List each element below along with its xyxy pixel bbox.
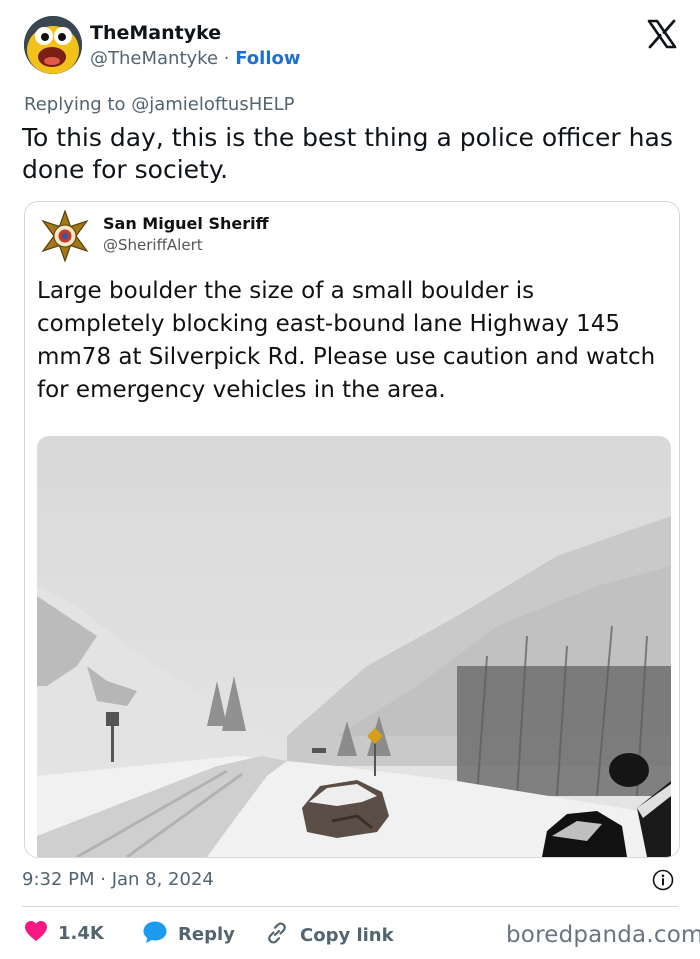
watermark: boredpanda.com: [506, 922, 700, 948]
quoted-author-name: San Miguel Sheriff: [103, 214, 269, 233]
sheriff-star-icon: [39, 209, 91, 263]
reply-bubble-icon: [142, 920, 168, 949]
timestamp[interactable]: 9:32 PM · Jan 8, 2024: [22, 869, 214, 890]
separator: ·: [223, 48, 230, 69]
x-logo-icon[interactable]: [646, 18, 678, 50]
quoted-author-handle: @SheriffAlert: [103, 236, 203, 254]
tweet-photo[interactable]: [37, 436, 671, 857]
like-count: 1.4K: [58, 923, 104, 944]
reply-label: Reply: [178, 924, 235, 945]
reply-button[interactable]: Reply: [142, 920, 235, 949]
author-handle[interactable]: @TheMantyke: [90, 48, 218, 69]
info-icon[interactable]: [652, 869, 674, 891]
link-icon: [264, 920, 290, 951]
tweet-text: To this day, this is the best thing a po…: [22, 123, 673, 184]
quoted-tweet-text: Large boulder the size of a small boulde…: [37, 278, 656, 403]
like-button[interactable]: 1.4K: [24, 920, 104, 947]
avatar[interactable]: [24, 16, 82, 74]
copy-link-button[interactable]: Copy link: [264, 920, 394, 951]
divider: [22, 906, 678, 907]
heart-icon: [24, 920, 48, 947]
author-handle-row: @TheMantyke · Follow: [90, 48, 301, 69]
reply-to-line[interactable]: Replying to @jamieloftusHELP: [24, 94, 295, 115]
copy-link-label: Copy link: [300, 925, 394, 946]
quoted-tweet-card[interactable]: San Miguel Sheriff @SheriffAlert Large b…: [24, 201, 680, 858]
follow-button[interactable]: Follow: [235, 48, 300, 69]
author-name[interactable]: TheMantyke: [90, 22, 221, 44]
